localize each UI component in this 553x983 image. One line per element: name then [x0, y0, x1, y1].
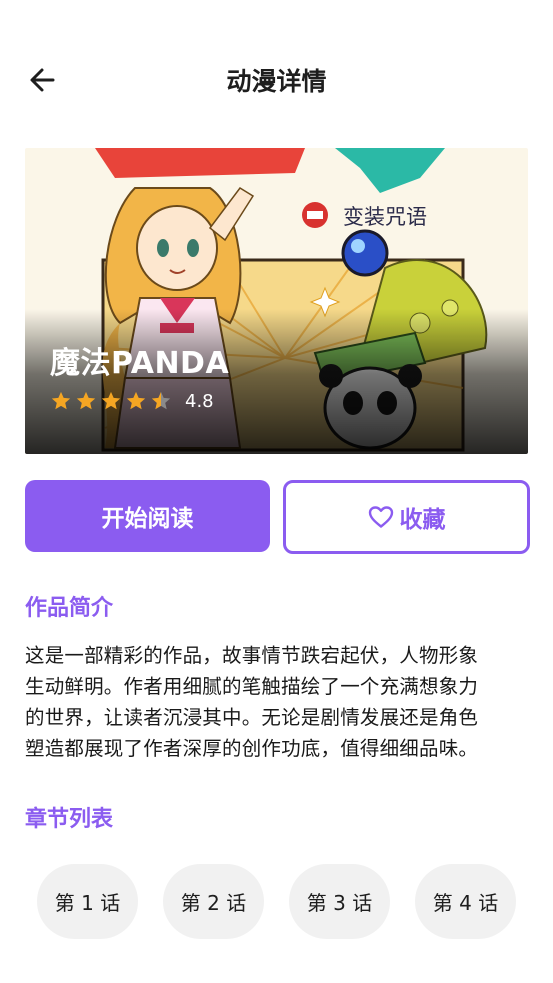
page-title: 动漫详情	[226, 67, 327, 96]
favorite-label: 收藏	[399, 507, 446, 533]
chapter-item[interactable]: 第 4 话	[415, 864, 516, 939]
intro-line: 生动鲜明。作者用细腻的笔触描绘了一个充满想象力	[25, 675, 479, 698]
rating: 4.8	[50, 390, 214, 412]
star-icon	[126, 391, 146, 410]
favorite-button[interactable]: 收藏	[283, 480, 530, 554]
rating-value: 4.8	[185, 390, 214, 412]
start-reading-button[interactable]: 开始阅读	[25, 480, 270, 552]
star-icon	[76, 391, 96, 410]
intro-heading: 作品简介	[25, 596, 114, 621]
chapter-item[interactable]: 第 2 话	[163, 864, 264, 939]
header: 动漫详情	[0, 0, 553, 160]
intro-line: 塑造都展现了作者深厚的创作功底，值得细细品味。	[25, 737, 479, 760]
anime-title: 魔法PANDA	[50, 346, 230, 381]
star-icon	[51, 391, 71, 410]
star-half-icon	[151, 391, 171, 410]
chapter-item[interactable]: 第 1 话	[37, 864, 138, 939]
chapter-list-heading: 章节列表	[25, 807, 114, 832]
intro-line: 这是一部精彩的作品，故事情节跌宕起伏，人物形象	[25, 644, 479, 667]
cover-caption: 变装咒语	[343, 205, 427, 229]
intro-line: 的世界，让读者沉浸其中。无论是剧情发展还是角色	[25, 706, 479, 729]
star-icon	[101, 391, 121, 410]
heart-icon	[368, 506, 393, 528]
cover-banner: 变装咒语 魔法PANDA 4.8	[25, 148, 528, 454]
chapter-item[interactable]: 第 3 话	[289, 864, 390, 939]
intro-text: 这是一部精彩的作品，故事情节跌宕起伏，人物形象 生动鲜明。作者用细腻的笔触描绘了…	[25, 640, 530, 764]
